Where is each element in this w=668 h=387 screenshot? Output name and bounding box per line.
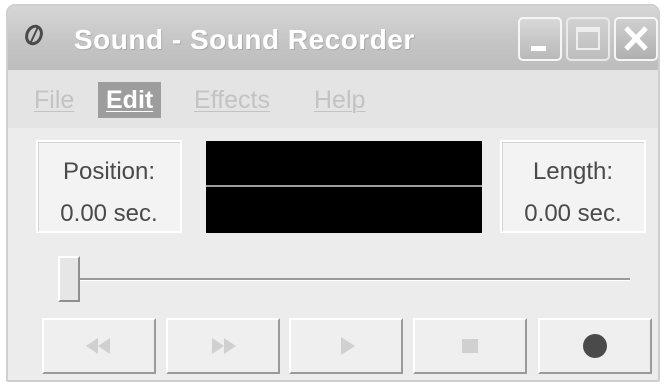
sound-recorder-window: Sound - Sound Recorder File Edit Effects… <box>6 4 660 382</box>
waveform-baseline <box>206 185 482 187</box>
window-title: Sound - Sound Recorder <box>74 24 415 55</box>
length-label: Length: <box>532 158 614 185</box>
menu-help[interactable]: Help <box>306 82 373 118</box>
play-button[interactable] <box>289 318 403 374</box>
record-button[interactable] <box>538 318 652 374</box>
minimize-icon <box>531 46 546 51</box>
length-display: Length: 0.00 sec. <box>500 140 646 233</box>
close-icon <box>624 26 648 51</box>
seek-to-end-button[interactable] <box>166 318 280 374</box>
seek-slider-thumb[interactable] <box>58 256 80 302</box>
position-value: 0.00 sec. <box>60 200 158 227</box>
rewind-icon <box>86 338 110 354</box>
seek-slider-track[interactable] <box>68 278 630 281</box>
stop-button[interactable] <box>413 318 527 374</box>
menu-file[interactable]: File <box>26 82 82 118</box>
length-value: 0.00 sec. <box>524 200 622 227</box>
close-button[interactable] <box>614 17 658 61</box>
maximize-icon <box>576 27 600 50</box>
title-bar[interactable]: Sound - Sound Recorder <box>8 6 658 70</box>
waveform-display <box>206 141 482 233</box>
position-label: Position: <box>62 158 156 185</box>
minimize-button[interactable] <box>518 17 562 61</box>
menu-edit[interactable]: Edit <box>98 82 162 118</box>
stop-icon <box>462 339 478 353</box>
seek-to-start-button[interactable] <box>42 318 156 374</box>
fast-forward-icon <box>212 338 236 354</box>
menu-effects[interactable]: Effects <box>186 82 278 118</box>
sound-recorder-app-icon[interactable] <box>22 24 46 48</box>
play-icon <box>341 337 355 355</box>
recorder-panel: Position: 0.00 sec. Length: 0.00 sec. <box>8 128 658 380</box>
record-icon <box>583 334 607 358</box>
position-display: Position: 0.00 sec. <box>36 140 182 233</box>
maximize-button[interactable] <box>566 17 610 61</box>
menu-bar: File Edit Effects Help <box>8 70 658 128</box>
